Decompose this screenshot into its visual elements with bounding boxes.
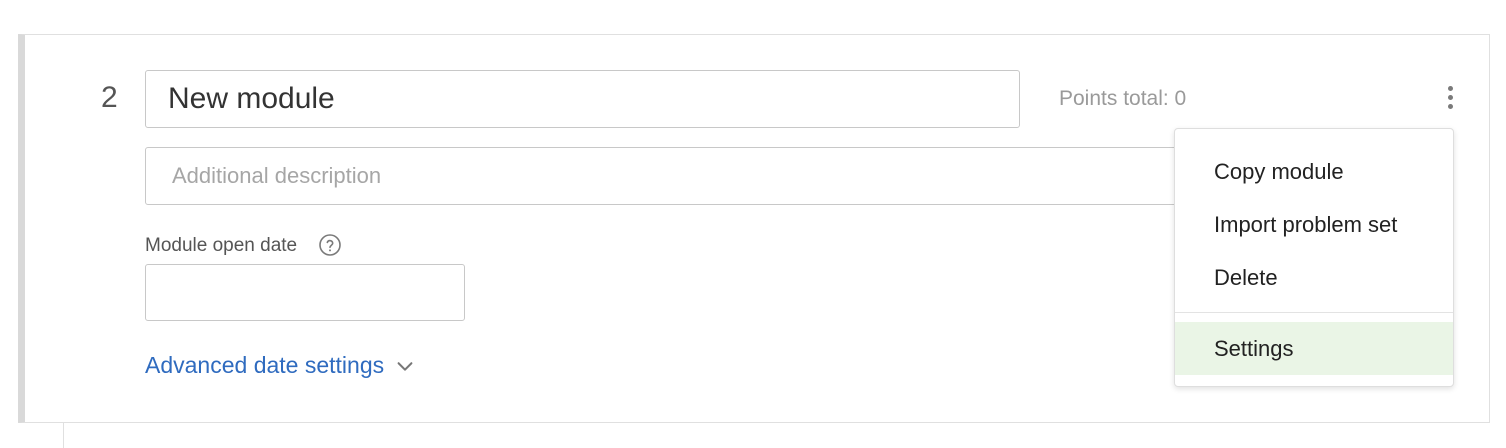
points-total: Points total: 0 (1059, 87, 1187, 110)
chevron-down-icon (397, 362, 413, 371)
menu-divider (1175, 312, 1453, 313)
more-vert-icon (1447, 85, 1453, 91)
page: 2 Points total: 0 Module open date Advan… (0, 0, 1506, 448)
open-date-label: Module open date (145, 235, 298, 256)
advanced-date-settings-label: Advanced date settings (145, 352, 385, 378)
menu-item-copy-module[interactable]: Copy module (1175, 145, 1453, 198)
divider-line (63, 423, 64, 448)
menu-item-import-problem-set[interactable]: Import problem set (1175, 198, 1453, 251)
menu-item-delete[interactable]: Delete (1175, 251, 1453, 304)
more-options-button[interactable] (1436, 82, 1464, 112)
menu-item-settings[interactable]: Settings (1175, 322, 1453, 375)
module-number: 2 (101, 81, 118, 114)
help-icon[interactable] (318, 233, 342, 257)
description-input[interactable] (145, 147, 1205, 205)
advanced-date-settings-link[interactable]: Advanced date settings (145, 351, 416, 379)
module-title-input[interactable] (145, 70, 1020, 128)
module-options-menu: Copy module Import problem set Delete Se… (1174, 128, 1454, 387)
open-date-input[interactable] (145, 264, 465, 321)
